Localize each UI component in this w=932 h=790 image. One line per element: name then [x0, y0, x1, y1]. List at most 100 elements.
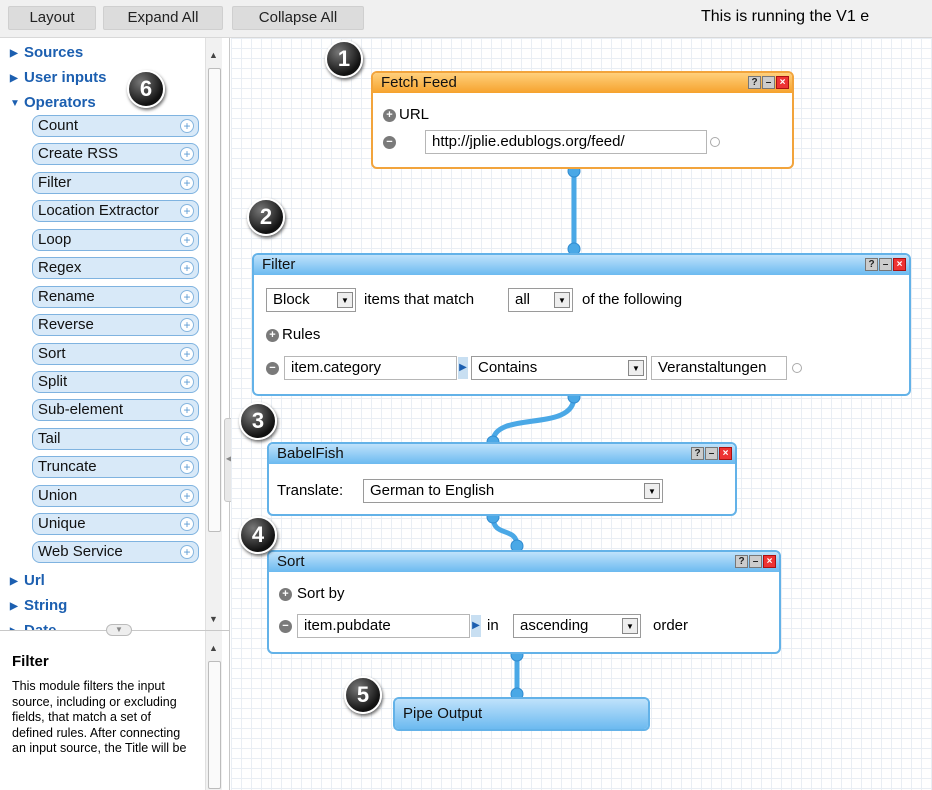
- module-header[interactable]: Sort ? – ×: [269, 552, 779, 572]
- match-all-any-select[interactable]: all ▼: [508, 288, 573, 312]
- sort-order-select[interactable]: ascending ▼: [513, 614, 641, 638]
- panel-splitter-handle[interactable]: ▼: [106, 624, 132, 636]
- operator-truncate[interactable]: Truncate +: [32, 456, 199, 478]
- rule-field-input[interactable]: item.category: [284, 356, 457, 380]
- scroll-up-icon[interactable]: ▲: [209, 643, 218, 653]
- add-rule-icon[interactable]: +: [266, 329, 279, 342]
- step-badge-6: 6: [127, 70, 165, 108]
- library-scroll-thumb[interactable]: [208, 68, 221, 532]
- description-scrollbar[interactable]: ▲: [205, 631, 222, 790]
- url-field[interactable]: http://jplie.edublogs.org/feed/: [425, 130, 707, 154]
- minimize-icon[interactable]: –: [705, 447, 718, 460]
- scroll-up-icon[interactable]: ▲: [209, 50, 218, 60]
- module-header[interactable]: Fetch Feed ? – ×: [373, 73, 792, 93]
- sort-field-input[interactable]: item.pubdate: [297, 614, 470, 638]
- minimize-icon[interactable]: –: [762, 76, 775, 89]
- dropdown-arrow-icon[interactable]: ▼: [554, 292, 570, 308]
- category-date[interactable]: ▶Date: [10, 622, 57, 630]
- value-terminal-icon[interactable]: [792, 363, 802, 373]
- pipe-output-module[interactable]: Pipe Output: [393, 697, 650, 731]
- category-sources[interactable]: ▶ Sources: [10, 44, 83, 61]
- operator-sort[interactable]: Sort +: [32, 343, 199, 365]
- operator-reverse[interactable]: Reverse +: [32, 314, 199, 336]
- add-icon[interactable]: +: [180, 204, 194, 218]
- close-icon[interactable]: ×: [763, 555, 776, 568]
- dropdown-arrow-icon[interactable]: ▼: [644, 483, 660, 499]
- operator-location-extractor[interactable]: Location Extractor +: [32, 200, 199, 222]
- operator-rename[interactable]: Rename +: [32, 286, 199, 308]
- add-url-icon[interactable]: +: [383, 109, 396, 122]
- add-icon[interactable]: +: [180, 460, 194, 474]
- operator-split[interactable]: Split +: [32, 371, 199, 393]
- dropdown-arrow-icon[interactable]: ▼: [337, 292, 353, 308]
- fetch-feed-module[interactable]: Fetch Feed ? – × + URL − http://jplie.edub…: [371, 71, 794, 169]
- rule-value-input[interactable]: Veranstaltungen: [651, 356, 787, 380]
- remove-url-icon[interactable]: −: [383, 136, 396, 149]
- language-pair-select[interactable]: German to English ▼: [363, 479, 663, 503]
- add-icon[interactable]: +: [180, 261, 194, 275]
- category-string[interactable]: ▶ String: [10, 597, 67, 614]
- pipe-editor-canvas[interactable]: Fetch Feed ? – × + URL − http://jplie.edub…: [231, 38, 932, 790]
- expand-all-button[interactable]: Expand All: [103, 6, 223, 30]
- layout-button[interactable]: Layout: [8, 6, 96, 30]
- add-icon[interactable]: +: [180, 290, 194, 304]
- add-sort-key-icon[interactable]: +: [279, 588, 292, 601]
- module-header[interactable]: BabelFish ? – ×: [269, 444, 735, 464]
- dropdown-arrow-icon[interactable]: ▼: [628, 360, 644, 376]
- category-url[interactable]: ▶ Url: [10, 572, 45, 589]
- collapse-all-button[interactable]: Collapse All: [232, 6, 364, 30]
- add-icon[interactable]: +: [180, 545, 194, 559]
- operator-tail[interactable]: Tail +: [32, 428, 199, 450]
- operator-web-service[interactable]: Web Service +: [32, 541, 199, 563]
- close-icon[interactable]: ×: [893, 258, 906, 271]
- add-icon[interactable]: +: [180, 119, 194, 133]
- rule-operator-select[interactable]: Contains ▼: [471, 356, 647, 380]
- add-icon[interactable]: +: [180, 403, 194, 417]
- operator-count[interactable]: Count +: [32, 115, 199, 137]
- collapse-triangle-icon: ▼: [10, 98, 20, 109]
- module-header[interactable]: Filter ? – ×: [254, 255, 909, 275]
- step-badge-1: 1: [325, 40, 363, 78]
- operator-loop[interactable]: Loop +: [32, 229, 199, 251]
- operator-union[interactable]: Union +: [32, 485, 199, 507]
- block-permit-select[interactable]: Block ▼: [266, 288, 356, 312]
- minimize-icon[interactable]: –: [749, 555, 762, 568]
- help-icon[interactable]: ?: [735, 555, 748, 568]
- operator-sub-element[interactable]: Sub-element +: [32, 399, 199, 421]
- close-icon[interactable]: ×: [776, 76, 789, 89]
- filter-module[interactable]: Filter ? – × Block ▼ items that match all ▼ …: [252, 253, 911, 396]
- description-scroll-thumb[interactable]: [208, 661, 221, 789]
- remove-rule-icon[interactable]: −: [266, 362, 279, 375]
- help-icon[interactable]: ?: [691, 447, 704, 460]
- add-icon[interactable]: +: [180, 432, 194, 446]
- url-terminal-icon[interactable]: [710, 137, 720, 147]
- field-terminal-icon[interactable]: ▶: [471, 615, 481, 637]
- operator-filter[interactable]: Filter +: [32, 172, 199, 194]
- close-icon[interactable]: ×: [719, 447, 732, 460]
- minimize-icon[interactable]: –: [879, 258, 892, 271]
- operator-regex[interactable]: Regex +: [32, 257, 199, 279]
- babelfish-module[interactable]: BabelFish ? – × Translate: German to Engli…: [267, 442, 737, 516]
- sort-module[interactable]: Sort ? – × + Sort by − item.pubdate ▶ in a…: [267, 550, 781, 654]
- add-icon[interactable]: +: [180, 147, 194, 161]
- help-icon[interactable]: ?: [865, 258, 878, 271]
- scroll-down-icon[interactable]: ▼: [209, 614, 218, 624]
- operator-unique[interactable]: Unique +: [32, 513, 199, 535]
- url-label: URL: [399, 106, 430, 123]
- add-icon[interactable]: +: [180, 318, 194, 332]
- dropdown-arrow-icon[interactable]: ▼: [622, 618, 638, 634]
- add-icon[interactable]: +: [180, 517, 194, 531]
- category-user-inputs[interactable]: ▶ User inputs: [10, 69, 107, 86]
- add-icon[interactable]: +: [180, 347, 194, 361]
- help-icon[interactable]: ?: [748, 76, 761, 89]
- add-icon[interactable]: +: [180, 176, 194, 190]
- add-icon[interactable]: +: [180, 375, 194, 389]
- remove-sort-key-icon[interactable]: −: [279, 620, 292, 633]
- add-icon[interactable]: +: [180, 489, 194, 503]
- field-terminal-icon[interactable]: ▶: [458, 357, 468, 379]
- add-icon[interactable]: +: [180, 233, 194, 247]
- category-operators[interactable]: ▼ Operators: [10, 94, 96, 111]
- operator-create-rss[interactable]: Create RSS +: [32, 143, 199, 165]
- library-scrollbar[interactable]: ▲ ▼: [205, 38, 222, 630]
- module-header[interactable]: Pipe Output: [395, 699, 648, 729]
